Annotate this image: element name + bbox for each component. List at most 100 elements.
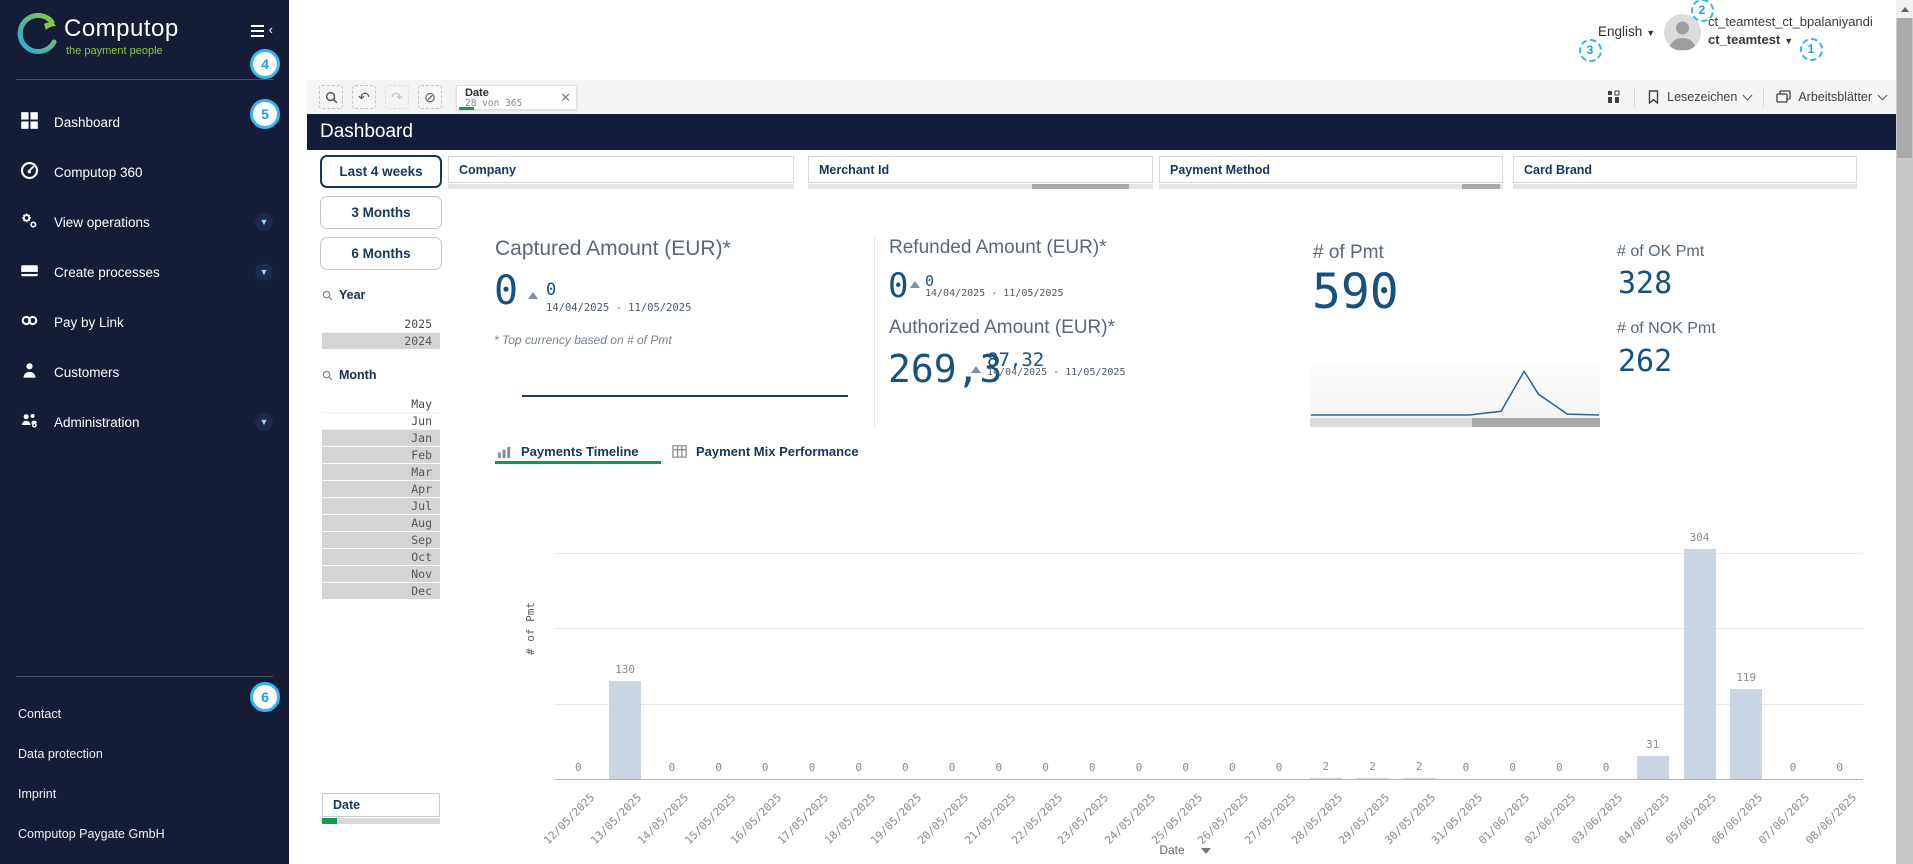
filter-merchant-id[interactable]: Merchant Id [808, 156, 1153, 183]
chart-bar[interactable] [1403, 777, 1436, 779]
chart-dimension-selector[interactable]: Date [555, 843, 1815, 857]
chart-value-label: 0 [1229, 761, 1236, 774]
month-value-aug[interactable]: Aug [322, 515, 440, 532]
annotation-badge-6: 6 [250, 682, 280, 712]
filter-card-brand-scrollbar[interactable] [1513, 184, 1857, 189]
chart-gridline [555, 552, 1863, 554]
month-value-oct[interactable]: Oct [322, 549, 440, 566]
chart-bar[interactable] [1636, 755, 1669, 779]
sidebar-footer-computop-paygate-gmbh[interactable]: Computop Paygate GmbH [0, 814, 289, 854]
scroll-up-icon[interactable] [1896, 0, 1913, 18]
chart-value-label: 0 [902, 761, 909, 774]
chart-value-label: 304 [1689, 531, 1710, 545]
kpi-captured-title: Captured Amount (EUR)* [495, 237, 731, 260]
month-value-feb[interactable]: Feb [322, 447, 440, 464]
filter-company[interactable]: Company [448, 156, 794, 183]
trend-up-icon [971, 366, 981, 373]
insights-button[interactable] [1606, 89, 1622, 105]
selections-forward-icon[interactable]: ↷ [385, 85, 409, 109]
chart-value-label: 2 [1322, 759, 1330, 773]
kpi-pmt-scrollbar[interactable] [1310, 418, 1600, 427]
month-value-mar[interactable]: Mar [322, 464, 440, 481]
chevron-down-icon: ▼ [1646, 28, 1656, 38]
bar-chart-icon [497, 446, 511, 459]
month-value-dec[interactable]: Dec [322, 583, 440, 600]
sidebar-item-computop-360[interactable]: Computop 360 [0, 147, 289, 197]
sidebar-divider [16, 79, 273, 80]
sidebar-item-pay-by-link[interactable]: Pay by Link [0, 297, 289, 347]
sidebar-footer-imprint[interactable]: Imprint [0, 774, 289, 814]
sheets-label: Arbeitsblätter [1798, 90, 1872, 104]
month-value-sep[interactable]: Sep [322, 532, 440, 549]
month-value-nov[interactable]: Nov [322, 566, 440, 583]
chart-value-label: 0 [948, 761, 956, 774]
month-value-jan[interactable]: Jan [322, 430, 440, 447]
selection-chip-date[interactable]: Date 28 von 365 ✕ [456, 84, 577, 110]
page-scrollbar[interactable] [1896, 0, 1913, 864]
smart-search-icon[interactable] [319, 85, 343, 109]
filter-payment-method-scrollbar[interactable] [1159, 184, 1503, 189]
sidebar-item-create-processes[interactable]: Create processes ▼ [0, 247, 289, 297]
sidebar-footer-data-protection[interactable]: Data protection [0, 734, 289, 774]
chevron-down-icon[interactable]: ▼ [255, 413, 273, 431]
month-value-jun[interactable]: Jun [322, 413, 440, 430]
filter-year: Year 2025 2024 [322, 287, 440, 350]
month-value-may[interactable]: May [322, 396, 440, 413]
page-title: Dashboard [320, 121, 413, 142]
kpi-captured-value: 0 [494, 268, 519, 314]
time-button-6-months[interactable]: 6 Months [320, 237, 442, 270]
sheet-icon [1776, 90, 1791, 103]
tab-payment-mix-performance[interactable]: Payment Mix Performance [672, 444, 859, 459]
chevron-down-icon [1877, 90, 1888, 101]
user-name-short: ct_teamtest [1708, 32, 1781, 47]
sidebar-footer-contact[interactable]: Contact [0, 694, 289, 734]
filter-merchant-id-scrollbar[interactable] [808, 184, 1153, 189]
scrollbar-thumb[interactable] [1897, 18, 1912, 158]
filter-year-label: Year [339, 288, 366, 302]
time-button-last-4-weeks[interactable]: Last 4 weeks [320, 155, 442, 188]
chart-bar[interactable] [1683, 549, 1716, 779]
tab-payments-timeline[interactable]: Payments Timeline [497, 444, 639, 459]
filter-month-label: Month [339, 368, 377, 382]
filter-payment-method[interactable]: Payment Method [1159, 156, 1503, 183]
chart-bar[interactable] [1309, 777, 1342, 779]
month-value-apr[interactable]: Apr [322, 481, 440, 498]
selections-back-icon[interactable]: ↶ [352, 85, 376, 109]
chevron-down-icon[interactable]: ▼ [255, 213, 273, 231]
time-button-3-months[interactable]: 3 Months [320, 196, 442, 229]
sidebar-item-view-operations[interactable]: View operations ▼ [0, 197, 289, 247]
annotation-badge-4: 4 [250, 49, 280, 79]
chevron-down-icon[interactable]: ▼ [255, 263, 273, 281]
people-gear-icon [20, 411, 39, 433]
year-value-2025[interactable]: 2025 [322, 316, 440, 333]
chart-value-label: 0 [1509, 761, 1516, 774]
month-value-jul[interactable]: Jul [322, 498, 440, 515]
chart-value-label: 0 [1556, 761, 1563, 774]
filter-date[interactable]: Date [322, 793, 440, 817]
filter-company-scrollbar[interactable] [448, 184, 794, 189]
sidebar-item-dashboard[interactable]: Dashboard [0, 97, 289, 147]
kpi-captured-sparkline [522, 395, 848, 397]
payments-timeline-chart[interactable]: 0 130 0 0 0 0 0 0 0 0 0 0 0 0 0 0 2 2 2 0 0 0 0 31 304 119 0 0 [555, 478, 1863, 780]
selection-fraction-bar [459, 106, 474, 110]
selections-toolbar: ↶ ↷ ⊘ Date 28 von 365 ✕ Lesezeichen Arbe… [307, 80, 1896, 114]
chart-bar[interactable] [609, 680, 642, 779]
toolbar-divider [1763, 87, 1765, 107]
gauge-icon [20, 161, 39, 183]
app-logo-title: Computop [64, 15, 179, 42]
year-value-2024[interactable]: 2024 [322, 333, 440, 350]
filter-card-brand[interactable]: Card Brand [1513, 156, 1857, 183]
chart-bar[interactable] [1730, 689, 1763, 779]
sheets-dropdown[interactable]: Arbeitsblätter [1776, 90, 1888, 104]
sidebar-item-customers[interactable]: Customers [0, 347, 289, 397]
close-icon[interactable]: ✕ [560, 91, 571, 104]
bookmarks-dropdown[interactable]: Lesezeichen [1647, 90, 1753, 104]
sidebar-item-administration[interactable]: Administration ▼ [0, 397, 289, 447]
chevron-down-icon [1200, 848, 1211, 854]
sidebar-collapse-icon[interactable]: ‹ [251, 22, 273, 40]
clear-selections-icon[interactable]: ⊘ [418, 85, 442, 109]
chart-bar[interactable] [1356, 777, 1389, 779]
language-dropdown[interactable]: English ▼ [1598, 24, 1655, 39]
selection-chip-count: 28 von 365 [465, 97, 523, 109]
user-name-full: ct_teamtest_ct_bpalaniyandi [1708, 14, 1873, 29]
